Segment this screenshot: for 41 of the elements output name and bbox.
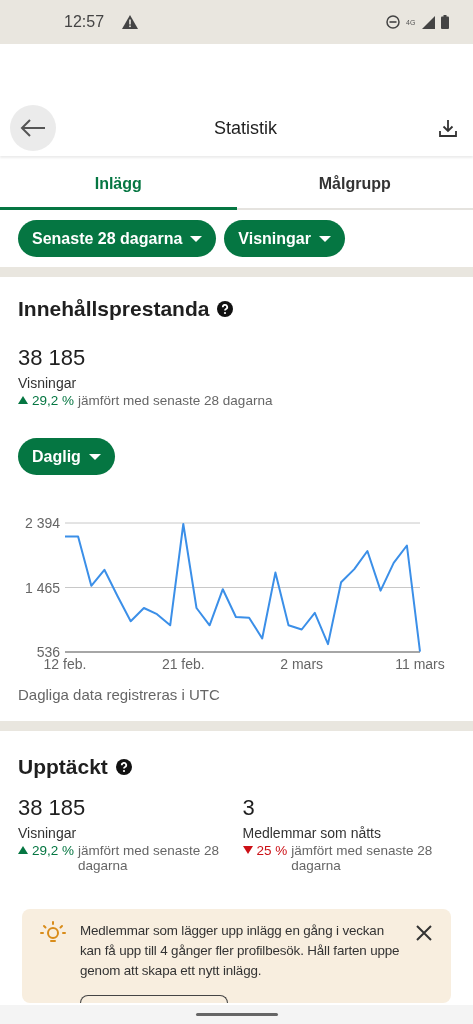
section-title: Innehållsprestanda <box>18 297 210 321</box>
section-title: Upptäckt <box>18 755 108 779</box>
change-text: jämfört med senaste 28 dagarna <box>78 393 273 408</box>
x-axis-label: 2 mars <box>280 656 324 672</box>
stat-label: Medlemmar som nåtts <box>242 825 382 841</box>
stat-label: Visningar <box>18 375 78 391</box>
tab[interactable]: Målgrupp <box>236 160 473 210</box>
interval-dropdown[interactable]: Daglig <box>18 438 115 475</box>
stat-value: 38 185 <box>18 795 87 821</box>
stat-value: 38 185 <box>18 345 87 371</box>
clock-time: 12:57 <box>64 13 105 31</box>
stat-value: 3 <box>242 795 256 821</box>
filter-dropdown[interactable]: Visningar <box>224 220 345 257</box>
stat-label: Visningar <box>18 825 78 841</box>
caret-icon <box>88 453 101 460</box>
help-icon[interactable] <box>217 301 234 317</box>
signal-icon <box>422 15 435 29</box>
y-axis-label: 1 465 <box>24 579 60 596</box>
x-axis-label: 21 feb. <box>161 656 205 672</box>
back-arrow-icon <box>20 119 46 137</box>
caret-icon <box>190 235 203 242</box>
warning-icon <box>122 15 139 29</box>
close-button[interactable] <box>415 925 433 943</box>
back-button[interactable] <box>10 105 56 151</box>
tab[interactable]: Inlägg <box>0 160 237 210</box>
help-icon[interactable] <box>115 759 132 775</box>
filter-dropdown[interactable]: Senaste 28 dagarna <box>18 220 217 257</box>
page-title: Statistik <box>213 117 278 139</box>
battery-icon <box>441 15 449 29</box>
download-icon[interactable] <box>439 119 457 137</box>
change-percent: 25 % <box>256 843 288 858</box>
do-not-disturb-icon <box>386 15 400 29</box>
change-percent: 29,2 % <box>32 393 75 408</box>
change-percent: 29,2 % <box>32 843 75 858</box>
change-text: jämfört med senaste 28 dagarna <box>78 843 221 873</box>
chart-footnote: Dagliga data registreras i UTC <box>18 686 221 705</box>
x-axis-label: 11 mars <box>395 656 445 672</box>
caret-icon <box>318 235 331 242</box>
tip-text: Medlemmar som lägger upp inlägg en gång i veckan kan få upp till 4 gånger fler profilbesök. Håll farten uppe genom att skapa ett nytt inlägg. <box>80 922 401 980</box>
change-text: jämfört med senaste 28 dagarna <box>291 843 434 873</box>
y-axis-label: 2 394 <box>24 515 60 531</box>
